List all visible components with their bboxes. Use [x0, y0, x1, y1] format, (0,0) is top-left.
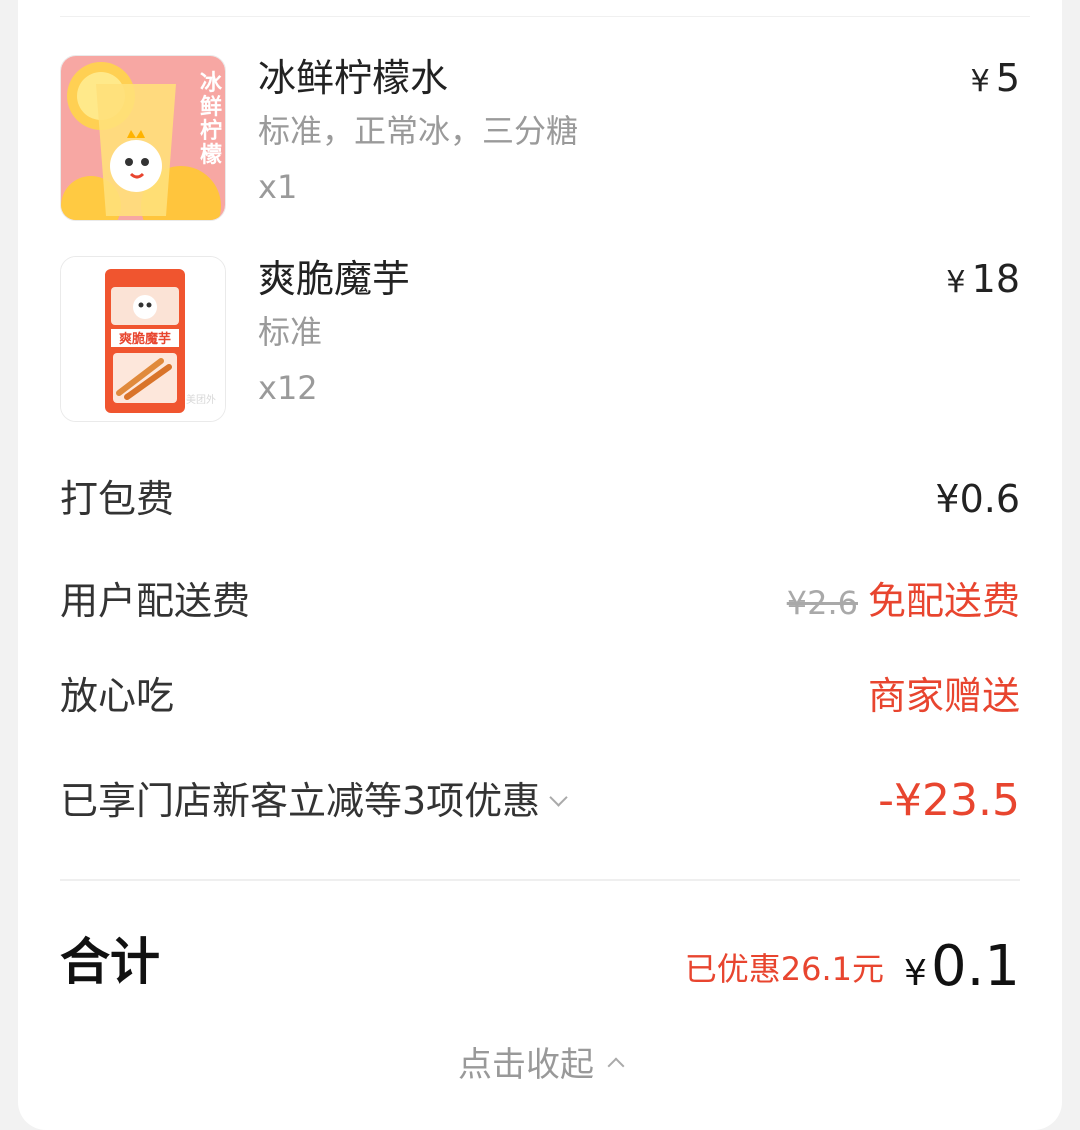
delivery-fee-value: ¥2.6 免配送费	[787, 575, 1020, 629]
total-amount-value: 0.1	[930, 934, 1020, 999]
total-label: 合计	[60, 933, 160, 991]
item-name: 爽脆魔芋	[258, 257, 411, 301]
item-spec: 标准	[258, 313, 323, 351]
item-spec: 标准，正常冰，三分糖	[258, 112, 579, 150]
order-item[interactable]: 冰 鲜 柠 檬 冰鲜柠檬水 标准，正常冰，三分糖 x1 ¥5	[60, 55, 1020, 225]
item-quantity: x12	[258, 369, 318, 407]
total-saved: 已优惠26.1元	[684, 950, 884, 988]
discount-value: -¥23.5	[878, 775, 1020, 826]
collapse-label: 点击收起	[458, 1045, 594, 1085]
currency-symbol: ¥	[970, 64, 990, 99]
order-item[interactable]: 爽脆魔芋 美团外 爽脆魔芋 标准 x12 ¥18	[60, 256, 1020, 426]
delivery-fee-row: 用户配送费 ¥2.6 免配送费	[60, 575, 1020, 627]
svg-text:柠: 柠	[200, 118, 222, 144]
section-divider	[60, 879, 1020, 881]
svg-text:鲜: 鲜	[200, 95, 222, 120]
item-price: ¥5	[970, 55, 1020, 105]
svg-text:爽脆魔芋: 爽脆魔芋	[119, 331, 171, 347]
chevron-up-icon	[607, 1057, 625, 1075]
currency-symbol: ¥	[946, 265, 966, 300]
packing-fee-row: 打包费 ¥0.6	[60, 473, 1020, 525]
item-price: ¥18	[946, 256, 1020, 306]
svg-text:美团外: 美团外	[186, 393, 216, 406]
discount-label[interactable]: 已享门店新客立减等3项优惠	[60, 775, 568, 827]
safe-eat-row: 放心吃 商家赠送	[60, 670, 1020, 722]
discount-row[interactable]: 已享门店新客立减等3项优惠 -¥23.5	[60, 775, 1020, 827]
item-price-value: 5	[995, 56, 1020, 100]
svg-text:冰: 冰	[200, 71, 223, 96]
top-divider	[60, 16, 1030, 17]
delivery-fee-original: ¥2.6	[786, 584, 858, 622]
item-quantity: x1	[258, 168, 298, 206]
item-price-value: 18	[971, 257, 1020, 301]
packing-fee-label: 打包费	[60, 477, 175, 521]
product-image-konjac: 爽脆魔芋 美团外	[60, 256, 226, 422]
product-image-lemon-water: 冰 鲜 柠 檬	[60, 55, 226, 221]
delivery-fee-label: 用户配送费	[60, 579, 251, 623]
collapse-button[interactable]: 点击收起	[0, 1042, 1080, 1088]
svg-text:檬: 檬	[200, 142, 222, 168]
total-currency-symbol: ¥	[904, 953, 927, 994]
packing-fee-value: ¥0.6	[935, 477, 1020, 521]
chevron-down-icon[interactable]	[549, 788, 568, 807]
item-name: 冰鲜柠檬水	[258, 56, 449, 100]
safe-eat-value: 商家赠送	[867, 674, 1020, 718]
safe-eat-label: 放心吃	[60, 674, 175, 718]
discount-text: 已享门店新客立减等3项优惠	[60, 779, 541, 823]
free-delivery-label: 免配送费	[867, 579, 1020, 623]
total-amount: ¥0.1	[904, 935, 1020, 1006]
